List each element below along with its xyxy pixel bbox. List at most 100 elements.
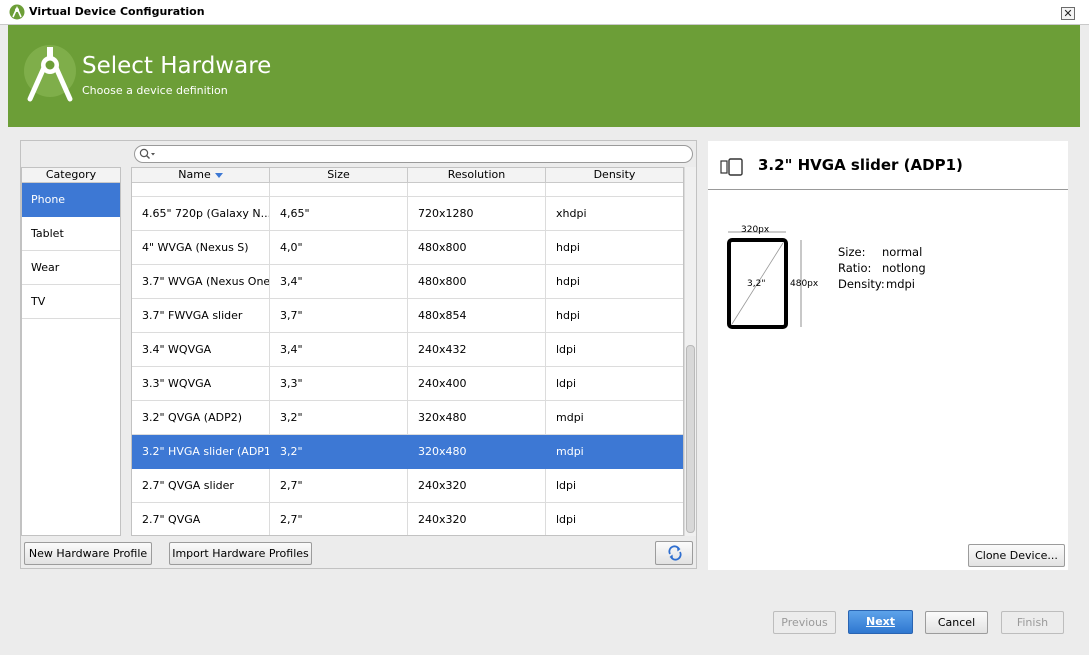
cell-resolution: 320x480 bbox=[408, 435, 546, 468]
phone-device-icon bbox=[720, 158, 743, 176]
scrollbar-thumb[interactable] bbox=[686, 345, 695, 533]
device-preview bbox=[727, 231, 802, 329]
android-studio-icon bbox=[9, 4, 25, 20]
divider bbox=[708, 189, 1068, 190]
table-row[interactable]: 3.2" QVGA (ADP2) 3,2" 320x480 mdpi bbox=[132, 401, 683, 435]
device-table: Name Size Resolution Density 4.65" 720p … bbox=[131, 167, 684, 536]
window-title: Virtual Device Configuration bbox=[29, 5, 205, 18]
cell-resolution: 240x432 bbox=[408, 333, 546, 366]
cell-resolution: 240x320 bbox=[408, 503, 546, 535]
import-hardware-profiles-button[interactable]: Import Hardware Profiles bbox=[169, 542, 312, 565]
cell-density: ldpi bbox=[556, 513, 577, 526]
cell-name: 3.7" WVGA (Nexus One) bbox=[132, 265, 270, 298]
column-header-density[interactable]: Density bbox=[546, 168, 683, 182]
cell-density: ldpi bbox=[556, 377, 577, 390]
cell-resolution: 480x800 bbox=[408, 231, 546, 264]
column-header-resolution[interactable]: Resolution bbox=[408, 168, 546, 182]
cell-resolution: 240x320 bbox=[408, 469, 546, 502]
cell-density: ldpi bbox=[556, 343, 577, 356]
table-row[interactable]: 3.7" FWVGA slider 3,7" 480x854 hdpi bbox=[132, 299, 683, 333]
sort-descending-icon bbox=[214, 172, 223, 178]
table-header: Name Size Resolution Density bbox=[132, 168, 683, 183]
cell-name: 2.7" QVGA bbox=[132, 503, 270, 535]
cell-size: 3,2" bbox=[270, 435, 408, 468]
cell-size: 3,4" bbox=[270, 265, 408, 298]
cell-density: mdpi bbox=[556, 445, 584, 458]
table-row[interactable]: 2.7" QVGA slider 2,7" 240x320 ldpi bbox=[132, 469, 683, 503]
cell-density: mdpi bbox=[556, 411, 584, 424]
size-value: normal bbox=[882, 245, 923, 259]
cell-name: 3.7" FWVGA slider bbox=[132, 299, 270, 332]
cell-name: 4.65" 720p (Galaxy N... bbox=[132, 197, 270, 230]
new-hardware-profile-button[interactable]: New Hardware Profile bbox=[24, 542, 152, 565]
cell-size: 4,65" bbox=[270, 197, 408, 230]
cell-size: 3,4" bbox=[270, 333, 408, 366]
cell-size: 2,7" bbox=[270, 503, 408, 535]
width-dimension-label: 320px bbox=[741, 225, 770, 235]
cell-density: xhdpi bbox=[556, 207, 587, 220]
category-item-phone[interactable]: Phone bbox=[22, 183, 120, 217]
finish-button[interactable]: Finish bbox=[1001, 611, 1064, 634]
wizard-header: Select Hardware Choose a device definiti… bbox=[8, 25, 1080, 127]
cell-size: 4,0" bbox=[270, 231, 408, 264]
column-header-size[interactable]: Size bbox=[270, 168, 408, 182]
table-row-selected[interactable]: 3.2" HVGA slider (ADP1) 3,2" 320x480 mdp… bbox=[132, 435, 683, 469]
cell-name: 2.7" QVGA slider bbox=[132, 469, 270, 502]
height-dimension-label: 480px bbox=[790, 279, 819, 289]
page-title: Select Hardware bbox=[82, 53, 272, 79]
column-header-name[interactable]: Name bbox=[132, 168, 270, 182]
category-item-tablet[interactable]: Tablet bbox=[22, 217, 120, 251]
ratio-value: notlong bbox=[882, 261, 926, 275]
close-icon: ✕ bbox=[1063, 7, 1073, 20]
cell-name: 3.3" WQVGA bbox=[132, 367, 270, 400]
cell-resolution: 320x480 bbox=[408, 401, 546, 434]
table-row[interactable]: 4" WVGA (Nexus S) 4,0" 480x800 hdpi bbox=[132, 231, 683, 265]
category-item-tv[interactable]: TV bbox=[22, 285, 120, 319]
cell-name: 3.2" QVGA (ADP2) bbox=[132, 401, 270, 434]
search-icon bbox=[139, 148, 155, 159]
previous-button[interactable]: Previous bbox=[773, 611, 836, 634]
category-header: Category bbox=[22, 168, 120, 183]
cell-density: hdpi bbox=[556, 241, 580, 254]
window-close-button[interactable]: ✕ bbox=[1061, 7, 1075, 20]
cell-density: hdpi bbox=[556, 309, 580, 322]
cell-resolution: 480x854 bbox=[408, 299, 546, 332]
category-item-wear[interactable]: Wear bbox=[22, 251, 120, 285]
cell-density: ldpi bbox=[556, 479, 577, 492]
cell-size: 3,3" bbox=[270, 367, 408, 400]
cell-density: hdpi bbox=[556, 275, 580, 288]
refresh-button[interactable] bbox=[655, 541, 693, 565]
cell-resolution: 720x1280 bbox=[408, 197, 546, 230]
table-row-partial[interactable] bbox=[132, 183, 683, 197]
device-details-panel: 3.2" HVGA slider (ADP1) 320px 480px 3,2"… bbox=[708, 141, 1068, 570]
table-row[interactable]: 3.3" WQVGA 3,3" 240x400 ldpi bbox=[132, 367, 683, 401]
cell-size: 3,2" bbox=[270, 401, 408, 434]
window-titlebar: Virtual Device Configuration ✕ bbox=[0, 0, 1089, 25]
density-value: mdpi bbox=[886, 277, 915, 291]
diagonal-size-label: 3,2" bbox=[747, 279, 766, 289]
table-row[interactable]: 3.7" WVGA (Nexus One) 3,4" 480x800 hdpi bbox=[132, 265, 683, 299]
cell-name: 3.4" WQVGA bbox=[132, 333, 270, 366]
density-label: Density: bbox=[838, 277, 885, 291]
ratio-label: Ratio: bbox=[838, 261, 872, 275]
table-row[interactable]: 2.7" QVGA 2,7" 240x320 ldpi bbox=[132, 503, 683, 535]
page-subtitle: Choose a device definition bbox=[82, 84, 228, 97]
refresh-icon bbox=[668, 545, 682, 561]
cell-size: 2,7" bbox=[270, 469, 408, 502]
next-button[interactable]: Next bbox=[848, 610, 913, 634]
cell-resolution: 240x400 bbox=[408, 367, 546, 400]
cancel-button[interactable]: Cancel bbox=[925, 611, 988, 634]
search-input[interactable] bbox=[134, 145, 693, 163]
cell-name: 4" WVGA (Nexus S) bbox=[132, 231, 270, 264]
clone-device-button[interactable]: Clone Device... bbox=[968, 544, 1065, 567]
cell-resolution: 480x800 bbox=[408, 265, 546, 298]
cell-name: 3.2" HVGA slider (ADP1) bbox=[132, 435, 270, 468]
size-label: Size: bbox=[838, 245, 866, 259]
cell-size: 3,7" bbox=[270, 299, 408, 332]
category-list: Category Phone Tablet Wear TV bbox=[21, 167, 121, 536]
android-studio-logo-icon bbox=[24, 45, 76, 102]
device-title: 3.2" HVGA slider (ADP1) bbox=[758, 156, 963, 174]
table-scrollbar[interactable] bbox=[684, 167, 696, 536]
table-row[interactable]: 3.4" WQVGA 3,4" 240x432 ldpi bbox=[132, 333, 683, 367]
table-row[interactable]: 4.65" 720p (Galaxy N... 4,65" 720x1280 x… bbox=[132, 197, 683, 231]
